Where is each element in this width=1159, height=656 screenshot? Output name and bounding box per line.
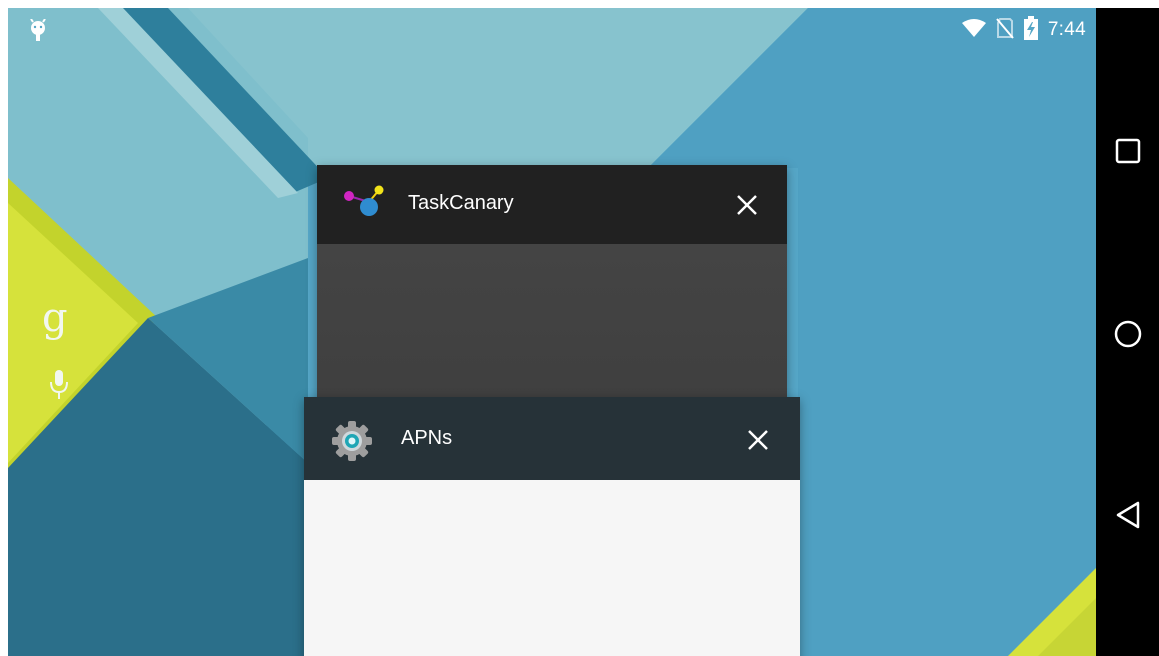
taskcanary-app-icon — [339, 185, 385, 226]
microphone-icon[interactable] — [50, 370, 68, 405]
battery-charging-icon — [1023, 15, 1038, 45]
back-button[interactable] — [1096, 485, 1159, 545]
status-time: 7:44 — [1047, 19, 1086, 40]
triangle-back-icon — [1116, 501, 1139, 529]
google-search-icon[interactable]: g — [42, 298, 68, 338]
recent-card-preview[interactable] — [304, 480, 800, 656]
close-icon[interactable] — [729, 187, 765, 223]
wifi-icon — [961, 18, 986, 43]
device-screen: 7:44 g TaskCanary APNs — [8, 8, 1159, 656]
recent-card-header[interactable]: APNs — [304, 397, 800, 480]
recent-card-apns[interactable]: APNs — [304, 397, 800, 656]
square-icon — [1115, 138, 1140, 164]
circle-icon — [1114, 320, 1141, 348]
recent-card-title: TaskCanary — [408, 192, 514, 214]
android-notification-icon — [28, 18, 48, 48]
recent-card-title: APNs — [401, 427, 453, 449]
status-icons: 7:44 — [961, 15, 1086, 45]
home-button[interactable] — [1096, 304, 1159, 364]
recents-button[interactable] — [1096, 121, 1159, 181]
google-search-widget[interactable]: g — [38, 298, 84, 418]
no-sim-icon — [996, 17, 1014, 44]
navigation-bar — [1096, 8, 1159, 656]
close-icon[interactable] — [740, 422, 776, 458]
settings-gear-icon — [330, 419, 374, 468]
recent-card-header[interactable]: TaskCanary — [317, 165, 787, 244]
status-bar: 7:44 — [8, 8, 1096, 52]
